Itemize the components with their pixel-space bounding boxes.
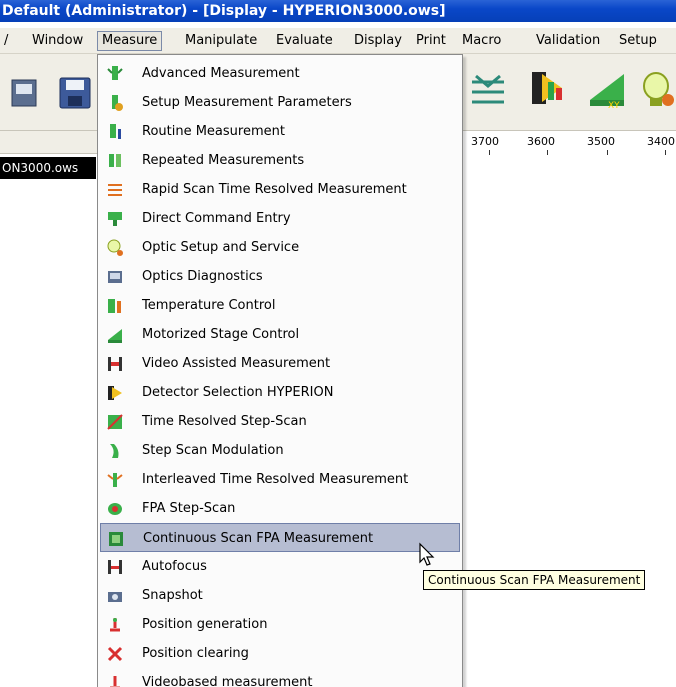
menu-item-repeated-measurements[interactable]: Repeated Measurements (100, 146, 460, 175)
tick-label: 3600 (527, 135, 555, 148)
menu-item-setup-measurement-parameters[interactable]: Setup Measurement Parameters (100, 88, 460, 117)
window-title: Default (Administrator) - [Display - HYP… (2, 3, 446, 19)
tick-mark (665, 150, 666, 155)
detector-selection-icon (108, 386, 122, 400)
routine-measurement-icon (110, 124, 121, 139)
menu-item-direct-command-entry[interactable]: Direct Command Entry (100, 204, 460, 233)
open-file-icon[interactable] (10, 76, 40, 110)
rapid-scan-icon (108, 184, 122, 196)
detector-selection-icon[interactable] (528, 68, 568, 108)
menu-validation[interactable]: Validation (532, 31, 604, 51)
menu-item-optic-setup[interactable]: Optic Setup and Service (100, 233, 460, 262)
optic-setup-icon (107, 239, 123, 256)
menu-item-routine-measurement[interactable]: Routine Measurement (100, 117, 460, 146)
tooltip: Continuous Scan FPA Measurement (423, 570, 646, 590)
menu-window[interactable]: Window (28, 31, 87, 51)
video-measurement-icon (108, 357, 122, 371)
menu-item-interleaved-time-resolved[interactable]: Interleaved Time Resolved Measurement (100, 465, 460, 494)
menu-item-snapshot[interactable]: Snapshot (100, 581, 460, 610)
menu-item-videobased-measurement[interactable]: Videobased measurement (100, 668, 460, 687)
time-resolved-stepscan-icon (107, 414, 123, 430)
repeated-measurements-icon (109, 154, 121, 167)
tick-label: 3700 (471, 135, 499, 148)
setup-parameters-icon (112, 95, 123, 111)
videobased-measurement-icon (110, 676, 120, 687)
menu-macro[interactable]: Macro (458, 31, 505, 51)
menu-item-advanced-measurement[interactable]: Advanced Measurement (100, 59, 460, 88)
window-title-bar: Default (Administrator) - [Display - HYP… (0, 0, 676, 22)
menu-manipulate[interactable]: Manipulate (181, 31, 261, 51)
menu-item-position-clearing[interactable]: Position clearing (100, 639, 460, 668)
menu-measure[interactable]: Measure (97, 31, 163, 51)
axis-ticks: 3700 3600 3500 3400 (460, 131, 676, 155)
direct-command-icon (108, 212, 122, 226)
menu-item-fpa-step-scan[interactable]: FPA Step-Scan (100, 494, 460, 523)
position-clearing-icon (107, 646, 123, 662)
menu-item-time-resolved-step-scan[interactable]: Time Resolved Step-Scan (100, 407, 460, 436)
snapshot-icon (108, 592, 122, 602)
interleaved-measurement-icon (107, 473, 123, 487)
menu-item-position-generation[interactable]: Position generation (100, 610, 460, 639)
menu-item-rapid-scan[interactable]: Rapid Scan Time Resolved Measurement (100, 175, 460, 204)
menu-bar: / Window Measure Manipulate Evaluate Dis… (0, 28, 676, 54)
svg-text:XY: XY (608, 101, 620, 110)
position-generation-icon (110, 618, 120, 632)
tick-mark (489, 150, 490, 155)
stage-control-icon[interactable]: XY (586, 68, 628, 110)
step-scan-modulation-icon (110, 444, 119, 458)
advanced-measurement-icon (107, 66, 123, 80)
menu-item-autofocus[interactable]: Autofocus (100, 552, 460, 581)
stage-control-icon (108, 329, 122, 343)
fpa-stepscan-icon (108, 503, 122, 515)
menu-evaluate[interactable]: Evaluate (272, 31, 337, 51)
temperature-control-icon (108, 299, 121, 313)
measure-menu: Advanced Measurement Setup Measurement P… (97, 54, 463, 687)
menu-item-continuous-scan-fpa[interactable]: Continuous Scan FPA Measurement (100, 523, 460, 552)
spectrum-tool-icon[interactable] (470, 72, 506, 108)
menu-display[interactable]: Display (350, 31, 406, 51)
optic-setup-icon[interactable] (640, 72, 676, 110)
menu-print[interactable]: Print (412, 31, 450, 51)
menu-item-motorized-stage-control[interactable]: Motorized Stage Control (100, 320, 460, 349)
tick-label: 3500 (587, 135, 615, 148)
tick-mark (607, 150, 608, 155)
save-icon[interactable] (58, 76, 92, 110)
menu-item-detector-selection[interactable]: Detector Selection HYPERION (100, 378, 460, 407)
menu-setup[interactable]: Setup (615, 31, 661, 51)
tick-label: 3400 (647, 135, 675, 148)
menu-item-step-scan-modulation[interactable]: Step Scan Modulation (100, 436, 460, 465)
mouse-cursor-icon (419, 542, 435, 566)
autofocus-icon (108, 560, 122, 574)
tick-mark (547, 150, 548, 155)
continuous-fpa-icon (109, 532, 123, 546)
menu-left-fragment[interactable]: / (0, 31, 12, 51)
optics-diagnostics-icon (108, 271, 122, 283)
menu-item-video-assisted-measurement[interactable]: Video Assisted Measurement (100, 349, 460, 378)
menu-item-optics-diagnostics[interactable]: Optics Diagnostics (100, 262, 460, 291)
file-tab-label[interactable]: ON3000.ows (0, 157, 96, 179)
menu-item-temperature-control[interactable]: Temperature Control (100, 291, 460, 320)
